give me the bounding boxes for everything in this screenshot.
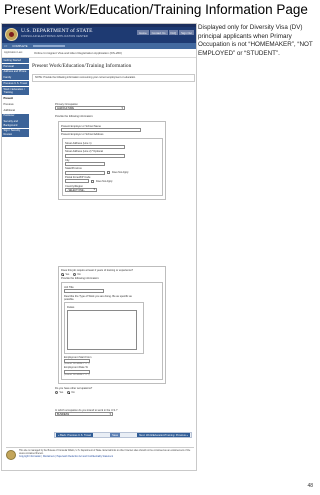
- sidebar-item-work-education[interactable]: Work / Education / Training: [2, 86, 29, 96]
- state-input[interactable]: [65, 170, 105, 175]
- state-seal-icon: [5, 28, 18, 41]
- sidebar-item-personal[interactable]: Personal: [2, 63, 29, 69]
- end-date-label: Employment Date To: [64, 366, 89, 370]
- postal-na-label: Does Not Apply: [96, 179, 113, 183]
- job-title-input[interactable]: [64, 288, 104, 293]
- job-question-box: Does this job require at least 2 years o…: [58, 266, 166, 384]
- sidebar-subitem-additional[interactable]: Additional: [2, 107, 29, 113]
- form-title: Online Immigrant Visa and Alien Registra…: [34, 51, 122, 55]
- dept-subtitle: CONSULAR ELECTRONIC APPLICATION CENTER: [21, 35, 88, 38]
- start-date-label: Employment Start From: [64, 355, 92, 359]
- radio-no-dot[interactable]: [73, 273, 77, 277]
- country-select[interactable]: - SELECT ONE -: [65, 187, 97, 192]
- start-date-hint: (Format: DD-MMM-YYYY): [64, 362, 90, 365]
- sidebar-item-sign[interactable]: Sign / Security Review: [2, 128, 29, 137]
- address-box: Street Address (Line 1) Street Address (…: [62, 137, 163, 196]
- job-question-text: Does this job require at least 2 years o…: [61, 269, 134, 272]
- sidebar-subitem-previous[interactable]: Previous: [2, 101, 29, 107]
- intended-occupation-select[interactable]: BUSINESS: [55, 412, 113, 417]
- dept-name: U.S. DEPARTMENT of STATE: [21, 28, 93, 34]
- contact-link[interactable]: Contact Us: [149, 30, 168, 36]
- slide-title: Present Work/Education/Training Informat…: [4, 2, 308, 17]
- postal-row: Does Not Apply: [65, 179, 160, 184]
- intended-occupation-group: In which occupation do you intend to wor…: [55, 409, 175, 417]
- sign-out-link[interactable]: Sign Out: [179, 30, 194, 36]
- other-occupations-group: Do you have other occupations? Yes No: [55, 387, 175, 395]
- other-radio-no[interactable]: No: [67, 391, 75, 395]
- state-na-label: Does Not Apply: [112, 171, 129, 175]
- top-links: Home Contact Us FAQ Sign Out: [137, 30, 194, 36]
- page-number: 48: [307, 483, 313, 489]
- job-details-box: Job Title Describe the Type of Work you …: [61, 281, 163, 380]
- state-na-checkbox[interactable]: [107, 171, 110, 175]
- site-banner: U.S. DEPARTMENT of STATE CONSULAR ELECTR…: [2, 27, 196, 43]
- job-question-radios: Yes No: [61, 273, 163, 277]
- application-screenshot: U.S. DEPARTMENT of STATE CONSULAR ELECTR…: [1, 23, 197, 471]
- duties-description-label: Describe the Type of Work you are doing.…: [64, 294, 132, 302]
- button-bar: « Back: Previous U.S. Travel Save Next: …: [54, 432, 192, 438]
- sub-header: Application Last Online Immigrant Visa a…: [2, 49, 196, 58]
- other-radio-yes[interactable]: Yes: [55, 391, 64, 395]
- primary-occupation-select[interactable]: AGRICULTURE: [55, 106, 125, 111]
- street2-input[interactable]: [65, 153, 125, 158]
- city-input[interactable]: [65, 162, 105, 167]
- home-link[interactable]: Home: [137, 30, 149, 36]
- sidebar-item-family[interactable]: Family: [2, 75, 29, 81]
- other-radio-yes-dot[interactable]: [55, 391, 59, 395]
- sidebar: Getting Started Personal Address and Pho…: [2, 58, 29, 138]
- duties-textarea[interactable]: [67, 309, 137, 350]
- faq-link[interactable]: FAQ: [168, 30, 179, 36]
- duties-box: Duties: [64, 302, 144, 354]
- other-radio-no-label: No: [71, 391, 75, 395]
- job-provide-label: Provide the following information:: [61, 277, 100, 281]
- other-occupations-radios: Yes No: [55, 391, 175, 395]
- slide-note: Displayed only for Diversity Visa (DV) p…: [198, 24, 313, 57]
- save-button[interactable]: Save: [110, 432, 121, 438]
- page-heading: Present Work/Education/Training Informat…: [32, 63, 132, 69]
- progress-bar: [32, 45, 65, 47]
- sidebar-item-security[interactable]: Security and Background: [2, 119, 29, 128]
- street1-input[interactable]: [65, 144, 125, 149]
- other-radio-yes-label: Yes: [59, 391, 64, 395]
- footer: This site is managed by the Bureau of Co…: [6, 447, 194, 460]
- footer-links[interactable]: Copyright Information | Disclaimers | Pa…: [19, 456, 194, 459]
- sidebar-item-previous-travel[interactable]: Previous U.S. Travel: [2, 81, 29, 87]
- main-content: Present Work/Education/Training Informat…: [32, 63, 195, 87]
- employer-name-input[interactable]: [61, 128, 141, 133]
- other-occupations-question: Do you have other occupations?: [55, 387, 93, 390]
- sidebar-item-address[interactable]: Address and Phone: [2, 69, 29, 75]
- provide-label: Provide the following information:: [55, 115, 93, 118]
- nav-complete[interactable]: COMPLETE: [12, 44, 27, 48]
- primary-occupation-group: Primary Occupation AGRICULTURE: [55, 103, 125, 111]
- radio-yes-label: Yes: [65, 273, 70, 277]
- state-row: Does Not Apply: [65, 170, 160, 175]
- employer-box: Present Employer or School Name Present …: [58, 121, 166, 200]
- sidebar-subitem-present[interactable]: Present: [2, 96, 29, 102]
- radio-no-label: No: [77, 273, 81, 277]
- radio-yes-dot[interactable]: [61, 273, 65, 277]
- radio-yes[interactable]: Yes: [61, 273, 70, 277]
- back-button[interactable]: « Back: Previous U.S. Travel: [56, 432, 94, 438]
- back-arrow-icon[interactable]: <<: [4, 44, 7, 48]
- info-note: NOTE: Provide the following information …: [32, 74, 195, 82]
- employer-address-label: Present Employer or School Address: [61, 133, 104, 137]
- next-button[interactable]: Next: Work/Education/Training: Previous …: [137, 432, 190, 438]
- postal-na-checkbox[interactable]: [91, 179, 94, 183]
- provide-text: Provide the following information:: [55, 115, 94, 118]
- sidebar-item-petitioner[interactable]: Petitioner: [2, 113, 29, 119]
- application-id: Application Last: [4, 51, 23, 54]
- end-date-hint: (Format: DD-MMM-YYYY): [64, 373, 90, 376]
- radio-no[interactable]: No: [73, 273, 81, 277]
- postal-input[interactable]: [65, 179, 89, 184]
- sidebar-item-getting-started[interactable]: Getting Started: [2, 58, 29, 63]
- footer-seal-icon: [6, 450, 16, 460]
- other-radio-no-dot[interactable]: [67, 391, 71, 395]
